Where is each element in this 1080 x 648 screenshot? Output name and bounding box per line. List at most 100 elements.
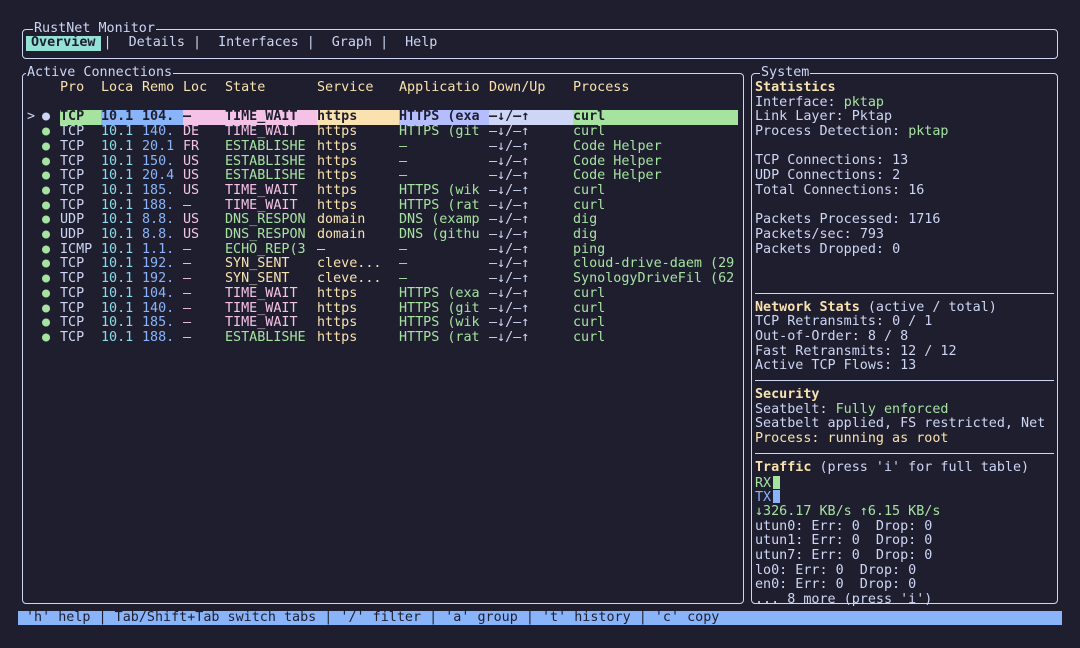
process-detection-line: Process Detection: pktap [755, 125, 949, 140]
cell-service: cleve... [317, 272, 382, 287]
cell-bw: –↓/–↑ [489, 242, 530, 257]
interface-error-line: lo0: Err: 0 Drop: 0 [755, 563, 917, 578]
cell-proto: TCP [60, 125, 85, 140]
more-interfaces: ... 8 more (press 'i') [755, 593, 933, 607]
tab-overview[interactable]: Overview [26, 35, 101, 51]
column-header[interactable]: Service [317, 81, 399, 96]
cell-state: SYN_SENT [225, 272, 290, 287]
table-row[interactable]: ● ICMP 10.1 1.1. – ECHO_REP(3– – –↓/–↑ ping [25, 243, 741, 258]
cell-local: 10.1 [101, 316, 134, 331]
table-row[interactable]: ● TCP 10.1 140. – TIME_WAIT https HTTPS (git –↓/… [25, 302, 741, 317]
table-row[interactable]: ● TCP 10.1 140. DE TIME_WAIT https HTTPS (git –↓… [25, 125, 741, 140]
active-tcp-flows-line: Active TCP Flows: 13 [755, 359, 917, 374]
cell-app: – [399, 139, 408, 154]
tab-details[interactable]: Details [124, 35, 190, 51]
cell-app: HTTPS (git [399, 125, 480, 140]
cell-local: 10.1 [101, 272, 134, 287]
cell-loc: – [183, 110, 225, 126]
table-row[interactable]: ● TCP 10.1 188. – ESTABLISHE https HTTPS (rat –↓… [25, 331, 741, 346]
cell-remote: 104. [142, 286, 175, 301]
rx-bar [773, 475, 781, 489]
cell-state: ESTABLISHE [225, 139, 306, 154]
cell-bw: –↓/–↑ [489, 228, 530, 242]
system-title: System [760, 65, 811, 80]
cell-remote: 1.1. [142, 242, 175, 257]
cell-loc: FR [183, 139, 200, 154]
cell-service: domain [317, 213, 366, 228]
cell-loc: US [183, 228, 200, 242]
column-header[interactable]: Down/Up [489, 81, 569, 96]
status-dot-icon: ● [42, 228, 51, 242]
cell-state: TIME_WAIT [225, 198, 298, 213]
cell-service: https [317, 154, 358, 169]
out-of-order-line: Out-of-Order: 8 / 8 [755, 330, 909, 344]
connections-title: Active Connections [26, 65, 174, 80]
cell-loc: – [183, 316, 192, 331]
cell-app: HTTPS (wik [399, 316, 480, 331]
tab-separator: | [306, 35, 315, 50]
cell-process: SynologyDriveFil (62 [573, 272, 735, 287]
cell-bw: –↓/–↑ [489, 183, 530, 198]
table-row[interactable]: ● TCP 10.1 185. US TIME_WAIT https HTTPS (wik –↓… [25, 184, 741, 199]
tab-graph[interactable]: Graph [327, 35, 377, 51]
cell-process: Code Helper [573, 169, 662, 184]
cell-local: 10.1 [101, 154, 134, 169]
status-dot-icon: ● [42, 242, 51, 257]
tab-help[interactable]: Help [400, 35, 442, 51]
cell-state: ESTABLISHE [225, 330, 306, 345]
table-row[interactable]: ● TCP 10.1 150. US ESTABLISHE https – –↓/–↑ Code … [25, 155, 741, 170]
column-header[interactable]: Applicatio [399, 81, 489, 96]
table-row[interactable]: > ● TCP 10.1 104. – TIME_WAIT https HTTPS (exa –↓… [25, 110, 741, 126]
cell-process: curl [573, 110, 738, 126]
cell-state: DNS_RESPON [225, 213, 306, 228]
status-dot-icon: ● [42, 110, 51, 125]
cell-bw: –↓/–↑ [489, 198, 530, 213]
cell-remote: 8.8. [142, 228, 175, 242]
seatbelt-value: Fully enforced [835, 402, 949, 417]
column-header[interactable]: Loca [101, 81, 141, 96]
udp-connections-line: UDP Connections: 2 [755, 169, 901, 184]
table-row[interactable]: ● TCP 10.1 188. – TIME_WAIT https HTTPS (rat –↓/… [25, 199, 741, 214]
table-row[interactable]: ● TCP 10.1 20.1 FR ESTABLISHE https – –↓/–↑ Code … [25, 140, 741, 155]
column-header[interactable]: Loc [183, 81, 223, 96]
header-panel: RustNet Monitor Overview | Details | Interfa… [22, 22, 1058, 59]
traffic-heading: Traffic (press 'i' for full table) [755, 460, 1030, 475]
tab-separator: | [193, 35, 202, 50]
table-row[interactable]: ● TCP 10.1 20.4 US ESTABLISHE https – –↓/–↑ Code … [25, 169, 741, 184]
cell-process: curl [573, 286, 606, 301]
column-header[interactable]: State [225, 81, 315, 96]
cell-service: https [317, 183, 358, 198]
cell-bw: –↓/–↑ [489, 257, 530, 272]
table-row[interactable]: ● TCP 10.1 104. – TIME_WAIT https HTTPS (exa –↓/… [25, 287, 741, 302]
cell-state: ESTABLISHE [225, 169, 306, 184]
cell-remote: 188. [142, 330, 175, 345]
cell-app: HTTPS (wik [399, 183, 480, 198]
interface-line: Interface: pktap [755, 95, 884, 110]
table-header: Pro Loca Remo Loc State Service Applicatio Down… [25, 81, 741, 96]
column-header[interactable]: Remo [142, 81, 182, 96]
table-row[interactable]: ● TCP 10.1 192. – SYN_SENT cleve... – –↓/–↑ Synol… [25, 272, 741, 287]
packets-per-sec-line: Packets/sec: 793 [755, 227, 884, 242]
table-row[interactable]: ● TCP 10.1 192. – SYN_SENT cleve... – –↓/–↑ cloud… [25, 257, 741, 272]
table-row[interactable]: ● TCP 10.1 185. – TIME_WAIT https HTTPS (wik –↓/… [25, 316, 741, 331]
divider [755, 380, 1054, 382]
cell-loc: – [183, 198, 192, 213]
status-dot-icon: ● [42, 154, 51, 169]
cell-process: ping [573, 242, 606, 257]
cell-process: dig [573, 213, 598, 228]
cell-state: ECHO_REP(3 [225, 242, 306, 257]
tab-interfaces[interactable]: Interfaces [213, 35, 304, 51]
table-row[interactable]: ● UDP 10.1 8.8. US DNS_RESPON domain DNS (githu… [25, 228, 741, 243]
cell-process: curl [573, 316, 606, 331]
cell-proto: TCP [60, 169, 85, 184]
cell-local: 10.1 [101, 228, 134, 242]
column-header[interactable]: Process [573, 81, 743, 96]
cell-bw: –↓/–↑ [489, 272, 530, 287]
cell-local: 10.1 [101, 242, 134, 257]
process-root-line: Process: running as root [755, 432, 949, 447]
table-row[interactable]: ● UDP 10.1 8.8. US DNS_RESPON domain DNS (examp… [25, 213, 741, 228]
cell-proto: TCP [60, 286, 85, 301]
traffic-rates: ↓326.17 KB/s ↑6.15 KB/s [755, 504, 941, 519]
cell-remote: 192. [142, 272, 175, 287]
column-header[interactable]: Pro [60, 81, 100, 96]
